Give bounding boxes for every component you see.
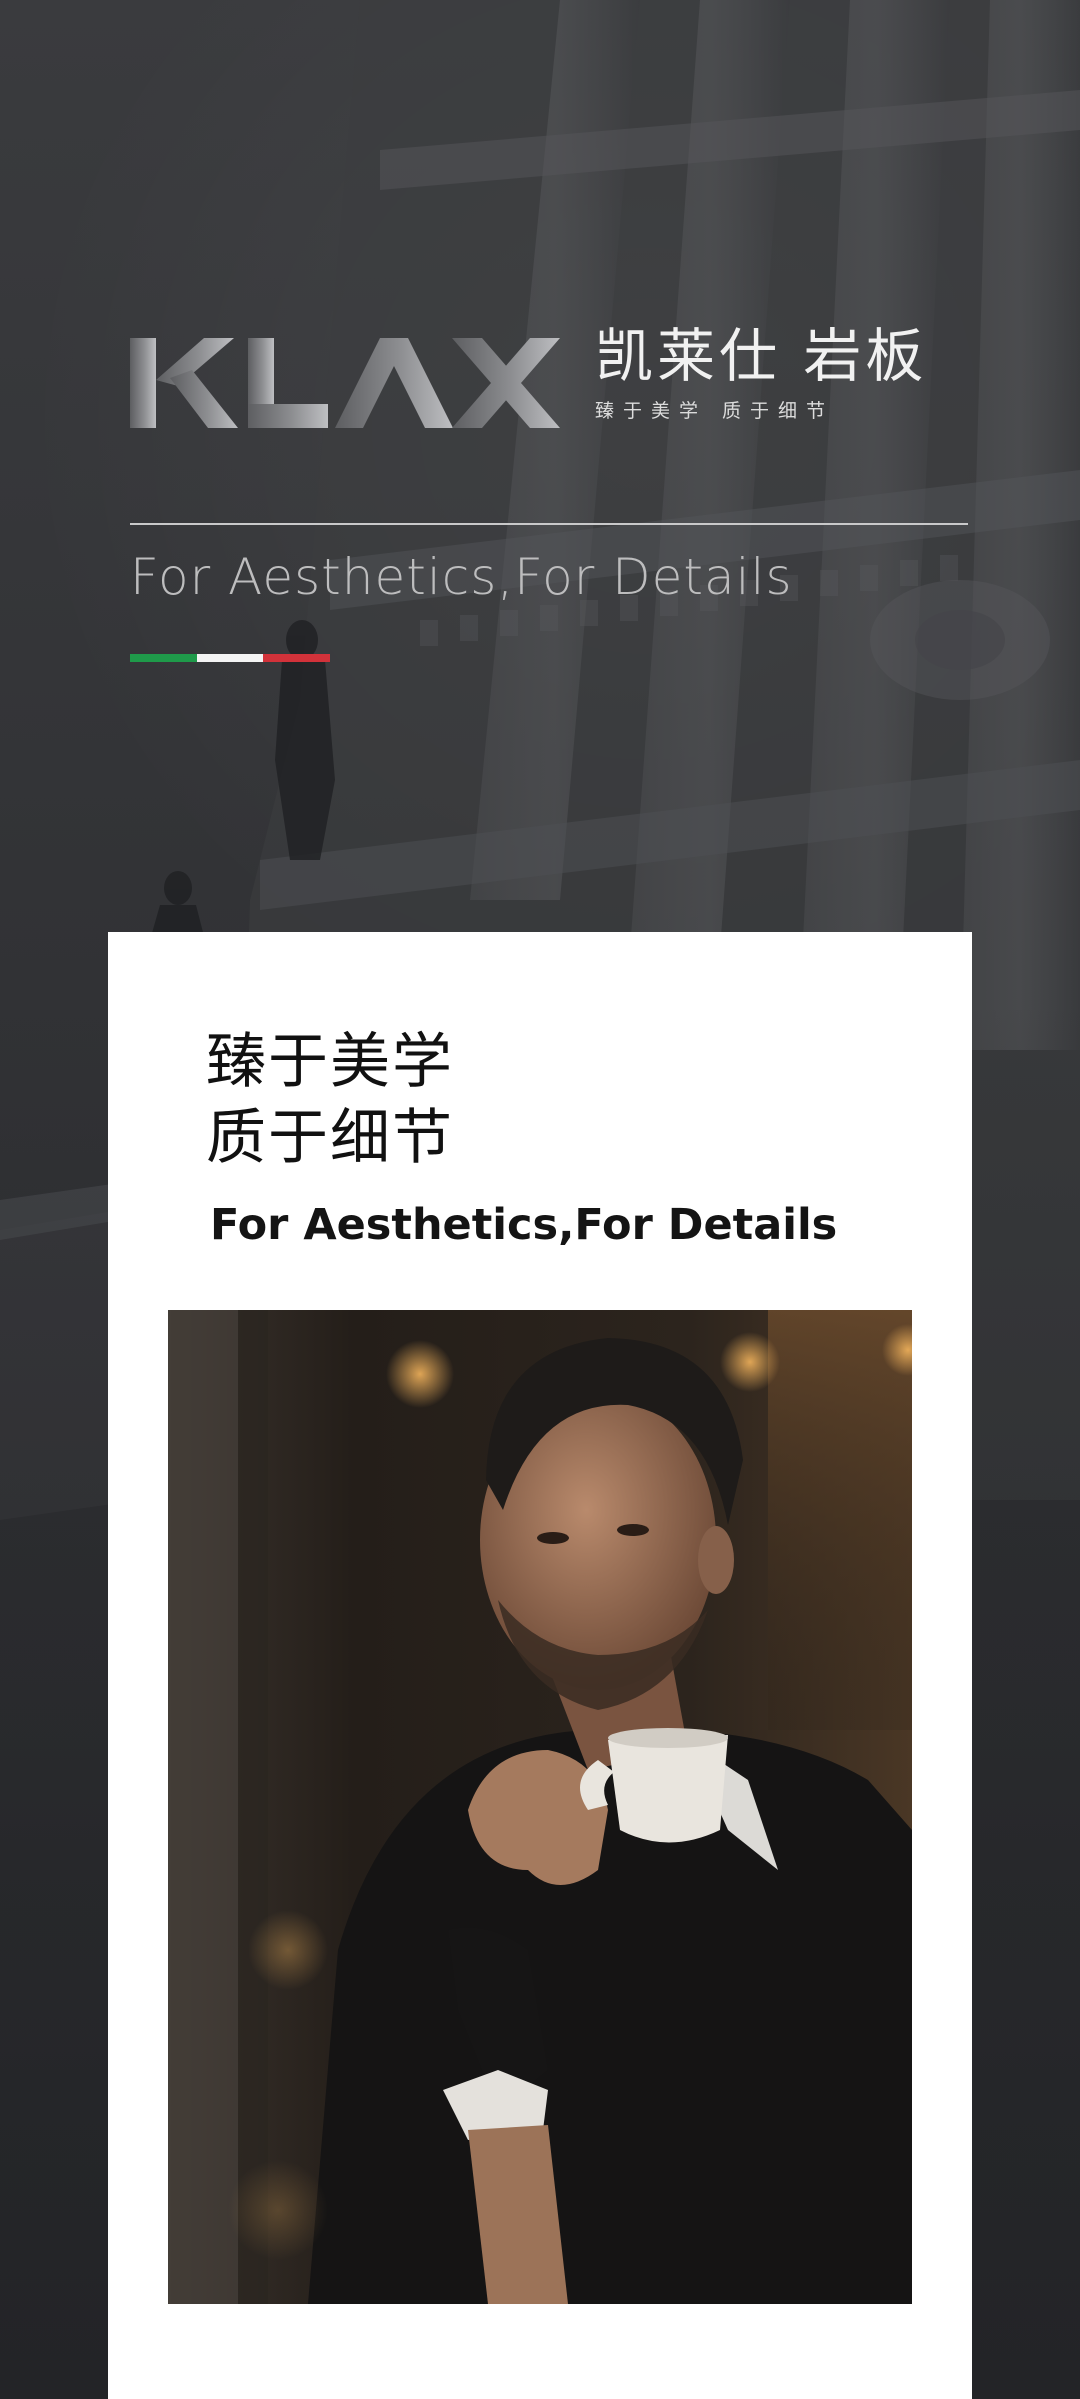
hero-tagline: For Aesthetics,For Details	[130, 548, 793, 606]
klax-logo	[130, 338, 560, 428]
flag-white-stripe	[196, 654, 264, 662]
brand-slogan-cn: 臻于美学 质于细节	[595, 400, 835, 422]
italian-flag-bar	[130, 654, 331, 662]
man-holding-coffee-illustration	[168, 1310, 912, 2304]
brand-name-cn: 凯莱仕 岩板	[595, 322, 928, 390]
card-title-cn-line2: 质于细节	[206, 1103, 454, 1173]
brand-chinese-block: 凯莱仕 岩板 臻于美学 质于细节	[595, 320, 927, 423]
content-card: 臻于美学 质于细节 For Aesthetics,For Details	[108, 932, 972, 2399]
flag-green-stripe	[130, 654, 197, 662]
man-holding-coffee-photo	[168, 1310, 912, 2304]
card-title-en: For Aesthetics,For Details	[210, 1200, 838, 1250]
card-title-cn: 臻于美学 质于细节	[206, 1024, 454, 1176]
brand-header: 凯莱仕 岩板 臻于美学 质于细节	[130, 320, 980, 450]
flag-red-stripe	[263, 654, 331, 662]
poster-page: 凯莱仕 岩板 臻于美学 质于细节 For Aesthetics,For Deta…	[0, 0, 1080, 2399]
card-title-cn-line1: 臻于美学	[206, 1027, 454, 1097]
header-divider	[130, 523, 968, 525]
